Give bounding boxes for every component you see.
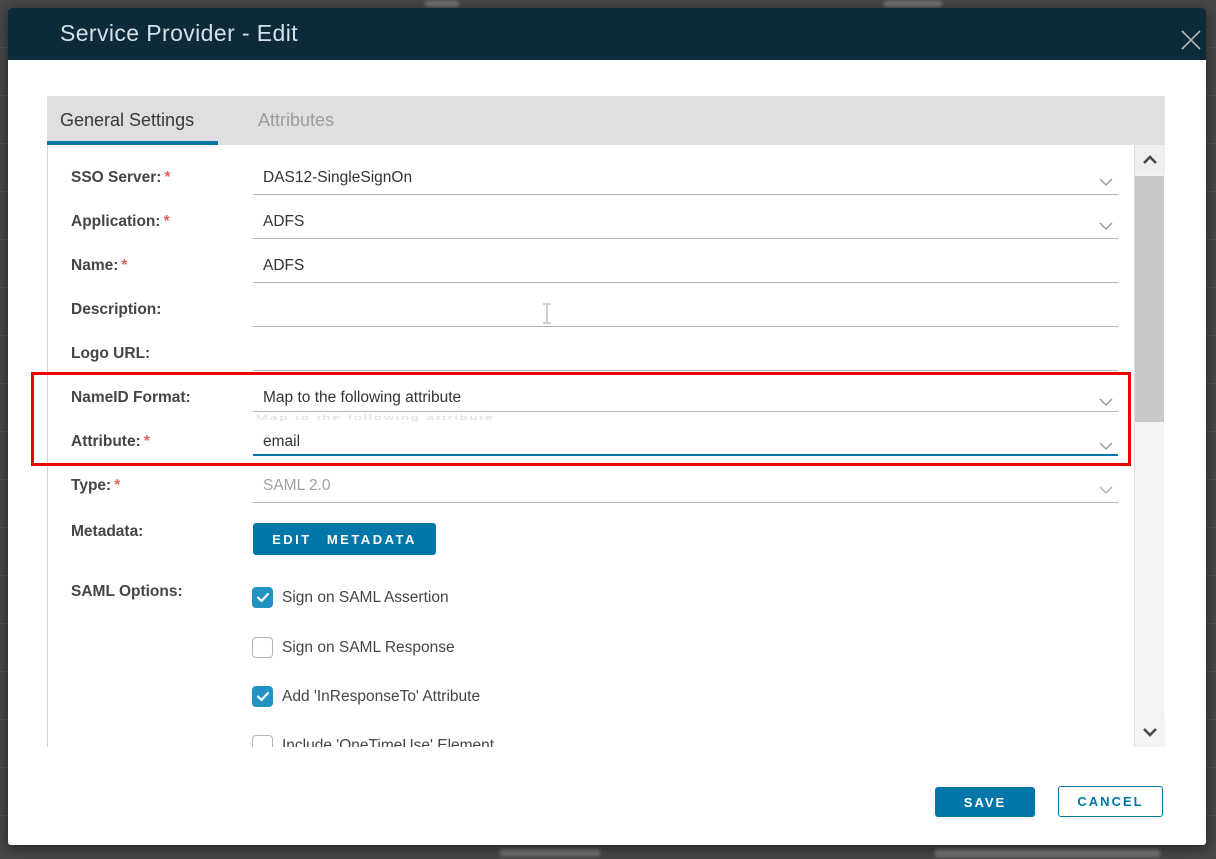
field-underline [253, 194, 1118, 195]
tab-general-settings-label: General Settings [60, 110, 194, 131]
nameid-format-select[interactable]: Map to the following attribute [263, 389, 1123, 407]
chevron-down-icon[interactable] [1098, 174, 1114, 184]
checkbox-include-onetimeuse[interactable] [252, 735, 273, 747]
tab-general-settings[interactable]: General Settings [47, 96, 218, 145]
backdrop-artifact [500, 849, 600, 856]
chevron-down-icon[interactable] [1098, 218, 1114, 228]
required-asterisk: * [144, 433, 150, 450]
tab-attributes[interactable]: Attributes [258, 96, 378, 145]
tab-attributes-label: Attributes [258, 110, 334, 131]
field-underline [253, 238, 1118, 239]
backdrop-artifact [935, 849, 1160, 857]
attribute-select[interactable]: email [263, 433, 1123, 451]
type-label: Type:* [71, 477, 120, 495]
save-button[interactable]: SAVE [935, 787, 1035, 817]
sso-server-select[interactable]: DAS12-SingleSignOn [263, 169, 1123, 187]
field-underline [253, 370, 1118, 371]
backdrop-artifact [425, 1, 459, 7]
required-asterisk: * [114, 477, 120, 494]
name-input[interactable]: ADFS [263, 257, 1123, 275]
text-cursor-icon [542, 302, 552, 326]
dialog-header: Service Provider - Edit [8, 8, 1206, 60]
field-underline [253, 282, 1118, 283]
checkbox-add-inresponseto[interactable] [252, 686, 273, 707]
required-asterisk: * [164, 169, 170, 186]
checkbox-label: Sign on SAML Response [282, 637, 455, 658]
saml-options-label: SAML Options: [71, 583, 183, 601]
checkbox-sign-saml-assertion[interactable] [252, 587, 273, 608]
form-scroll-area: SSO Server:* DAS12-SingleSignOn Applicat… [47, 145, 1134, 747]
required-asterisk: * [164, 213, 170, 230]
field-underline-focused [253, 454, 1118, 456]
vertical-scrollbar[interactable] [1134, 145, 1164, 747]
tab-bar: General Settings Attributes [47, 96, 1165, 145]
dialog-title: Service Provider - Edit [60, 20, 298, 47]
chevron-down-icon[interactable] [1098, 394, 1114, 404]
required-asterisk: * [121, 257, 127, 274]
field-underline [253, 326, 1118, 327]
sso-server-label: SSO Server:* [71, 169, 171, 187]
scroll-down-button[interactable] [1135, 717, 1165, 747]
chevron-down-icon[interactable] [1098, 438, 1114, 448]
type-select-disabled: SAML 2.0 [263, 477, 1123, 495]
checkbox-label: Include 'OneTimeUse' Element [282, 735, 494, 747]
chevron-up-icon [1142, 153, 1158, 168]
field-underline [253, 502, 1118, 503]
name-label: Name:* [71, 257, 127, 275]
dropdown-ghost-text: Map to the following attribute [256, 413, 796, 422]
metadata-label: Metadata: [71, 523, 143, 541]
description-label: Description: [71, 301, 161, 319]
attribute-label: Attribute:* [71, 433, 150, 451]
chevron-down-icon [1098, 482, 1114, 492]
close-button[interactable] [1174, 24, 1208, 58]
checkmark-icon [256, 691, 270, 702]
checkmark-icon [256, 592, 270, 603]
logo-url-label: Logo URL: [71, 345, 150, 363]
nameid-format-label: NameID Format: [71, 389, 191, 407]
field-underline [253, 411, 1118, 412]
dimmed-backdrop: Service Provider - Edit General Settings… [0, 0, 1216, 859]
scrollbar-thumb[interactable] [1135, 176, 1164, 422]
application-select[interactable]: ADFS [263, 213, 1123, 231]
edit-metadata-button[interactable]: EDIT METADATA [253, 523, 436, 555]
checkbox-sign-saml-response[interactable] [252, 637, 273, 658]
backdrop-artifact [884, 1, 942, 7]
cancel-button[interactable]: CANCEL [1058, 786, 1163, 817]
checkbox-label: Sign on SAML Assertion [282, 587, 449, 608]
close-icon [1180, 29, 1202, 54]
checkbox-label: Add 'InResponseTo' Attribute [282, 686, 480, 707]
application-label: Application:* [71, 213, 170, 231]
chevron-down-icon [1142, 725, 1158, 740]
scroll-up-button[interactable] [1135, 145, 1165, 175]
